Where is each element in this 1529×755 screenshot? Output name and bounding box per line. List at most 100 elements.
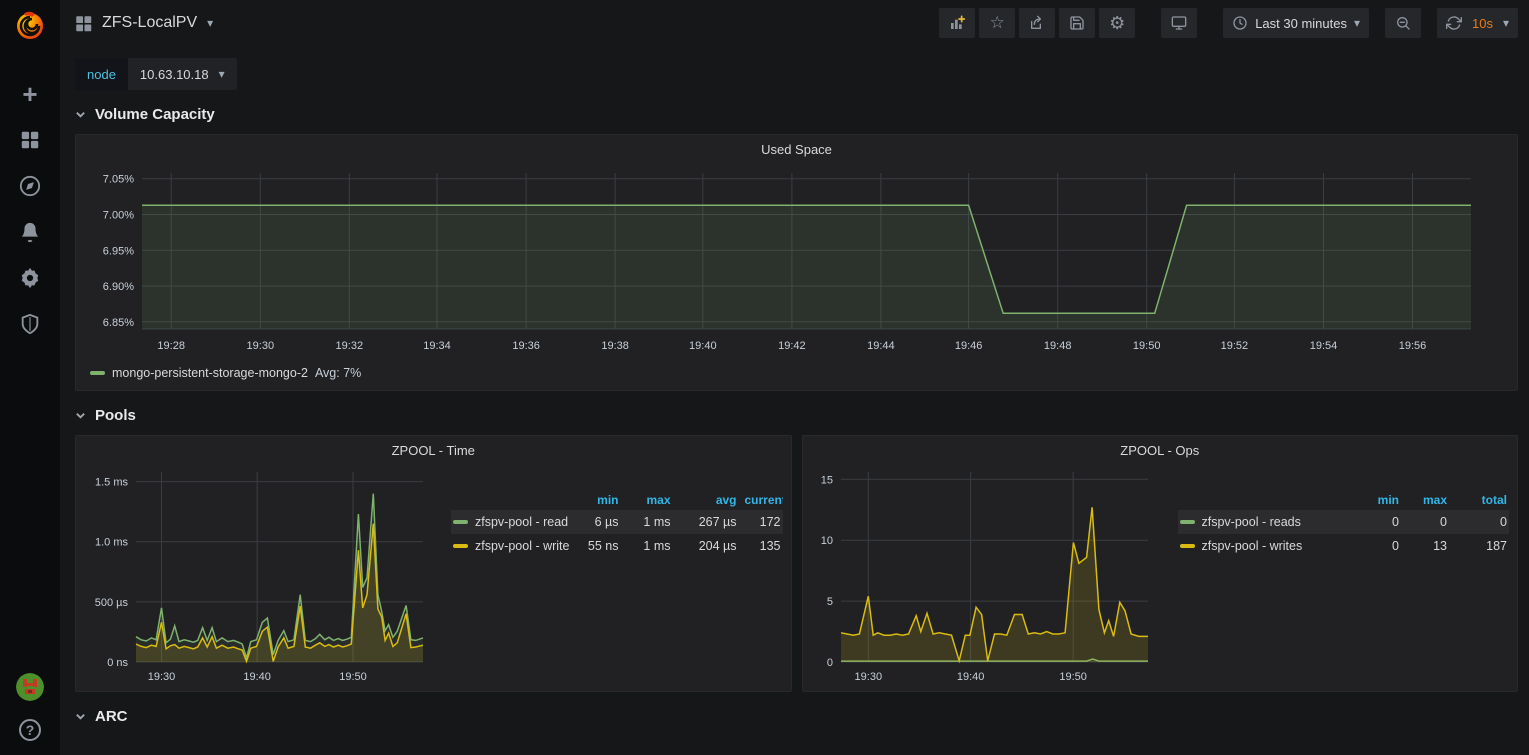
navbar: ZFS-LocalPV ▾ ☆ ⚙ Last 30 mi	[60, 0, 1529, 46]
dashboards-icon[interactable]	[18, 128, 42, 152]
explore-compass-icon[interactable]	[18, 174, 42, 198]
section-volume-capacity[interactable]: Volume Capacity	[75, 100, 1518, 128]
zpool-ops-graph[interactable]: 15105019:3019:4019:50	[811, 460, 1156, 688]
dashboard-variables: node 10.63.10.18 ▾	[75, 58, 1518, 90]
legend-col-avg[interactable]: avg	[673, 490, 739, 510]
legend-col-min[interactable]: min	[1353, 490, 1401, 510]
svg-text:19:54: 19:54	[1310, 340, 1338, 352]
write-max: 1 ms	[621, 534, 673, 558]
caret-down-icon: ▾	[1503, 16, 1509, 30]
series-swatch	[453, 520, 468, 524]
svg-text:19:50: 19:50	[339, 671, 367, 683]
svg-text:19:46: 19:46	[955, 340, 983, 352]
panel-title-zpool-time[interactable]: ZPOOL - Time	[84, 436, 783, 460]
server-admin-shield-icon[interactable]	[18, 312, 42, 336]
star-dashboard-button[interactable]: ☆	[979, 8, 1015, 38]
svg-text:500 µs: 500 µs	[95, 597, 129, 609]
panel-title-zpool-ops[interactable]: ZPOOL - Ops	[811, 436, 1510, 460]
series-name: zfspv-pool - writes	[1202, 539, 1303, 553]
series-swatch	[90, 371, 105, 375]
svg-text:1.5 ms: 1.5 ms	[95, 477, 129, 489]
svg-text:7.05%: 7.05%	[103, 174, 134, 186]
time-range-picker[interactable]: Last 30 minutes ▾	[1223, 8, 1369, 38]
add-panel-button[interactable]	[939, 8, 975, 38]
dashboard-settings-button[interactable]: ⚙	[1099, 8, 1135, 38]
refresh-button[interactable]: 10s ▾	[1437, 8, 1518, 38]
time-range-label: Last 30 minutes	[1255, 16, 1347, 31]
section-arc[interactable]: ARC	[75, 702, 1518, 730]
series-avg-value: Avg: 7%	[315, 366, 361, 380]
series-swatch	[1180, 520, 1195, 524]
svg-text:19:48: 19:48	[1044, 340, 1072, 352]
zoom-out-time-button[interactable]	[1385, 8, 1421, 38]
write-min: 55 ns	[569, 534, 621, 558]
panel-zpool-time: ZPOOL - Time 1.5 ms 1.0 ms 500 µs 0 ns 19:30…	[75, 435, 792, 692]
svg-text:0: 0	[826, 657, 832, 669]
legend-col-current[interactable]: current	[739, 490, 783, 510]
legend-header-row: min max total	[1178, 490, 1510, 510]
chevron-down-icon	[75, 410, 86, 421]
variable-node-select[interactable]: 10.63.10.18 ▾	[128, 58, 237, 90]
save-icon	[1069, 15, 1085, 31]
svg-text:19:38: 19:38	[601, 340, 629, 352]
svg-text:19:52: 19:52	[1221, 340, 1249, 352]
gear-icon: ⚙	[1109, 15, 1125, 31]
section-pools[interactable]: Pools	[75, 401, 1518, 429]
panel-zpool-ops: ZPOOL - Ops 15105019:3019:4019:50 min ma…	[802, 435, 1519, 692]
series-name: zfspv-pool - write	[475, 539, 569, 553]
zpool-ops-legend: min max total zfspv-pool - reads 0 0 0 z…	[1178, 490, 1510, 688]
reads-max: 0	[1401, 510, 1449, 534]
read-min: 6 µs	[569, 510, 621, 534]
used-space-legend: mongo-persistent-storage-mongo-2 Avg: 7%	[90, 366, 1507, 380]
svg-text:19:30: 19:30	[247, 340, 275, 352]
star-icon: ☆	[990, 15, 1005, 31]
alerting-bell-icon[interactable]	[18, 220, 42, 244]
refresh-icon	[1446, 15, 1462, 31]
create-plus-icon[interactable]: +	[18, 82, 42, 106]
series-name: zfspv-pool - read	[475, 515, 568, 529]
cycle-view-mode-button[interactable]	[1161, 8, 1197, 38]
zpool-time-graph[interactable]: 1.5 ms1.0 ms500 µs0 ns19:3019:4019:50	[84, 460, 429, 688]
sidebar: + ?	[0, 0, 60, 755]
svg-text:15: 15	[820, 474, 832, 486]
used-space-graph[interactable]: 7.05%7.00%6.95%6.90%6.85%19:2819:3019:32…	[86, 159, 1507, 357]
user-avatar[interactable]	[16, 673, 44, 701]
chevron-down-icon	[75, 711, 86, 722]
svg-text:19:56: 19:56	[1399, 340, 1427, 352]
legend-col-total[interactable]: total	[1449, 490, 1509, 510]
svg-text:19:32: 19:32	[336, 340, 364, 352]
dashboard-title-button[interactable]: ZFS-LocalPV ▾	[74, 14, 213, 32]
svg-text:10: 10	[820, 535, 832, 547]
legend-col-min[interactable]: min	[569, 490, 621, 510]
caret-down-icon: ▾	[1354, 16, 1360, 30]
variable-node-label: node	[75, 58, 128, 90]
help-icon[interactable]: ?	[19, 719, 41, 741]
svg-text:19:50: 19:50	[1059, 671, 1087, 683]
configuration-gear-icon[interactable]	[18, 266, 42, 290]
svg-text:19:30: 19:30	[854, 671, 882, 683]
series-name: zfspv-pool - reads	[1202, 515, 1301, 529]
writes-min: 0	[1353, 534, 1401, 558]
write-avg: 204 µs	[673, 534, 739, 558]
panel-title-used-space[interactable]: Used Space	[86, 135, 1507, 159]
monitor-icon	[1171, 15, 1187, 31]
series-swatch	[453, 544, 468, 548]
svg-text:19:40: 19:40	[956, 671, 984, 683]
svg-text:6.90%: 6.90%	[103, 281, 134, 293]
svg-text:1.0 ms: 1.0 ms	[95, 537, 129, 549]
save-dashboard-button[interactable]	[1059, 8, 1095, 38]
refresh-interval-label[interactable]: 10s	[1472, 16, 1493, 31]
svg-text:6.85%: 6.85%	[103, 317, 134, 329]
legend-row-reads: zfspv-pool - reads 0 0 0	[1178, 510, 1510, 534]
svg-text:0 ns: 0 ns	[107, 657, 128, 669]
read-current: 172	[739, 510, 783, 534]
legend-col-max[interactable]: max	[621, 490, 673, 510]
series-name[interactable]: mongo-persistent-storage-mongo-2	[112, 366, 308, 380]
share-dashboard-button[interactable]	[1019, 8, 1055, 38]
grafana-logo-icon[interactable]	[13, 8, 47, 42]
svg-text:19:36: 19:36	[512, 340, 540, 352]
svg-text:7.00%: 7.00%	[103, 210, 134, 222]
legend-col-max[interactable]: max	[1401, 490, 1449, 510]
svg-text:19:30: 19:30	[148, 671, 176, 683]
writes-max: 13	[1401, 534, 1449, 558]
